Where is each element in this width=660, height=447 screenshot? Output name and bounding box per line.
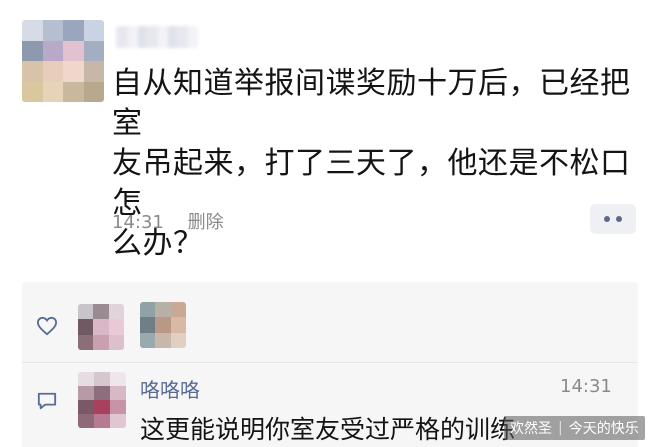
avatar-pixel — [94, 400, 110, 414]
commenter-name[interactable]: 咯咯咯 — [140, 374, 200, 403]
avatar-pixel — [83, 40, 104, 61]
watermark-account: 今天的快乐 — [568, 421, 639, 437]
liker-avatar[interactable] — [78, 304, 124, 350]
avatar-pixel — [22, 20, 43, 41]
avatar-pixel — [22, 40, 43, 61]
avatar-pixel — [22, 81, 43, 102]
avatar-pixel — [78, 414, 94, 428]
avatar-pixel — [155, 332, 171, 348]
commenter-avatar[interactable] — [78, 372, 126, 428]
avatar-pixel — [108, 304, 124, 320]
avatar-pixel — [110, 386, 126, 400]
avatar-pixel — [140, 302, 156, 318]
comment-time: 14:31 — [560, 376, 612, 397]
avatar-pixel — [78, 386, 94, 400]
avatar-pixel — [63, 20, 84, 41]
heart-icon — [36, 316, 58, 336]
avatar-pixel — [93, 319, 109, 335]
post-time: 14:31 — [112, 212, 164, 233]
avatar-pixel — [155, 317, 171, 333]
avatar-pixel — [93, 304, 109, 320]
avatar-pixel — [94, 372, 110, 386]
avatar-pixel — [63, 40, 84, 61]
avatar-pixel — [170, 302, 186, 318]
avatar-pixel — [63, 81, 84, 102]
avatar-pixel — [83, 20, 104, 41]
avatar-pixel — [78, 400, 94, 414]
avatar-pixel — [83, 81, 104, 102]
avatar-pixel — [170, 317, 186, 333]
divider — [22, 362, 638, 363]
watermark-source: 欢然圣 — [510, 421, 552, 437]
liker-avatar[interactable] — [140, 302, 186, 348]
avatar-pixel — [83, 61, 104, 82]
ellipsis-icon — [604, 216, 610, 222]
avatar-pixel — [93, 334, 109, 350]
delete-link[interactable]: 删除 — [188, 212, 224, 233]
avatar-pixel — [110, 400, 126, 414]
avatar-pixel — [140, 332, 156, 348]
more-options-button[interactable] — [590, 204, 636, 234]
avatar-pixel — [78, 319, 94, 335]
comment-icon — [37, 392, 57, 410]
avatar-pixel — [78, 304, 94, 320]
avatar-pixel — [108, 319, 124, 335]
avatar-pixel — [110, 414, 126, 428]
post-meta: 14:31 删除 — [112, 208, 224, 234]
avatar-pixel — [42, 40, 63, 61]
avatar-pixel — [42, 81, 63, 102]
avatar-pixel — [110, 372, 126, 386]
avatar-pixel — [22, 61, 43, 82]
avatar-pixel — [170, 332, 186, 348]
poster-avatar[interactable] — [22, 20, 104, 102]
avatar-pixel — [108, 334, 124, 350]
avatar-pixel — [94, 386, 110, 400]
poster-name-redacted — [116, 26, 198, 48]
watermark: 欢然圣 | 今天的快乐 — [504, 416, 645, 440]
avatar-pixel — [78, 334, 94, 350]
ellipsis-icon — [616, 216, 622, 222]
avatar-pixel — [140, 317, 156, 333]
post-text: 自从知道举报间谍奖励十万后，已经把室 友吊起来，打了三天了，他还是不松口怎 么办… — [112, 66, 631, 261]
comment-text: 这更能说明你室友受过严格的训练 — [140, 415, 516, 444]
avatar-pixel — [42, 20, 63, 41]
avatar-pixel — [78, 372, 94, 386]
watermark-separator: | — [558, 420, 563, 436]
avatar-pixel — [42, 61, 63, 82]
avatar-pixel — [63, 61, 84, 82]
avatar-pixel — [94, 414, 110, 428]
avatar-pixel — [155, 302, 171, 318]
